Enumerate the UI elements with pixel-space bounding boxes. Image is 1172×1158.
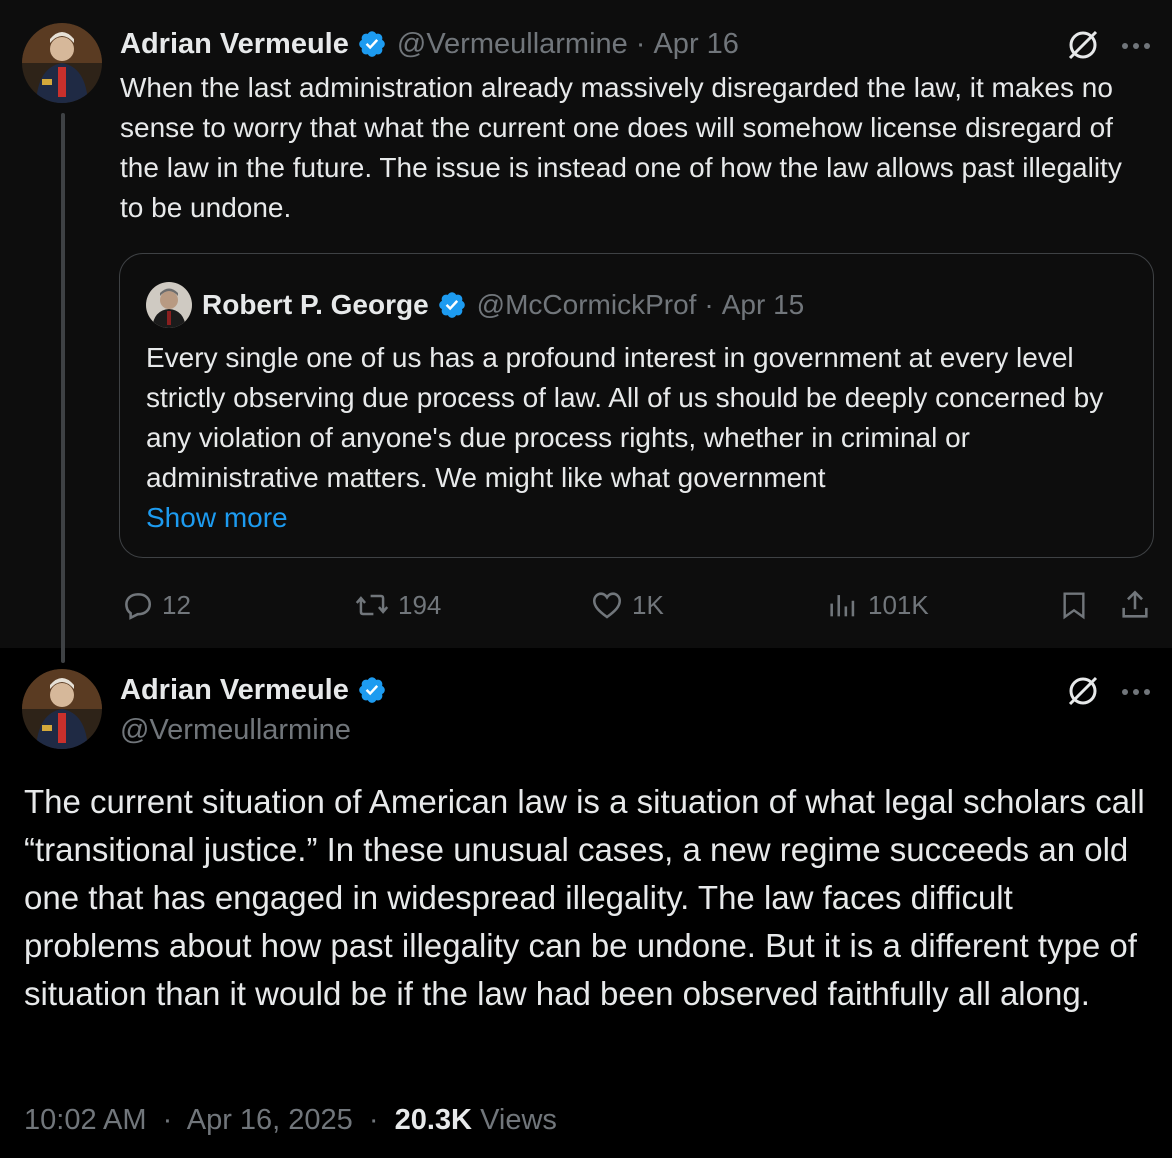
- more-icon[interactable]: [1120, 684, 1152, 702]
- separator-dot: ·: [704, 289, 714, 320]
- views-icon: [830, 595, 855, 617]
- author-name[interactable]: Adrian Vermeule: [120, 27, 349, 61]
- bookmark-icon: [1063, 592, 1085, 620]
- quoted-tweet-card[interactable]: Robert P. George @McCormickProf · Apr 15…: [119, 253, 1154, 558]
- reply-button[interactable]: 12: [120, 587, 191, 623]
- grok-icon[interactable]: [1066, 28, 1100, 67]
- author-handle-row: @Vermeullarmine: [120, 713, 351, 747]
- author-handle[interactable]: @Vermeullarmine: [397, 27, 628, 61]
- separator-dot: ·: [635, 28, 646, 60]
- quote-avatar[interactable]: [146, 282, 192, 328]
- verified-badge-icon: [357, 29, 387, 59]
- like-button[interactable]: 1K: [590, 587, 664, 623]
- views-count: 101K: [868, 589, 929, 620]
- separator-dot: ·: [368, 1104, 379, 1136]
- tweet-metadata: 10:02 AM · Apr 16, 2025 · 20.3K Views: [24, 1100, 557, 1140]
- views-label: Views: [480, 1104, 557, 1136]
- avatar[interactable]: [22, 23, 102, 103]
- author-row: Adrian Vermeule @Vermeullarmine · Apr 16: [120, 27, 739, 61]
- quote-author-row: Robert P. George @McCormickProf · Apr 15: [202, 288, 804, 322]
- author-name[interactable]: Adrian Vermeule: [120, 673, 349, 707]
- tweet-text: When the last administration already mas…: [120, 72, 1130, 223]
- avatar[interactable]: [22, 669, 102, 749]
- share-button[interactable]: [1118, 587, 1160, 623]
- repost-button[interactable]: 194: [354, 587, 441, 623]
- reply-icon: [125, 593, 152, 620]
- quote-text-block: Every single one of us has a profound in…: [146, 338, 1136, 538]
- views-total: 20.3K: [394, 1104, 472, 1136]
- tweet-full-date[interactable]: Apr 16, 2025: [187, 1104, 353, 1136]
- show-more-link[interactable]: Show more: [146, 498, 1136, 538]
- share-icon: [1122, 590, 1148, 618]
- reply-count: 12: [162, 589, 191, 620]
- verified-badge-icon: [357, 675, 387, 705]
- author-row: Adrian Vermeule: [120, 673, 397, 707]
- main-tweet-text: The current situation of American law is…: [24, 783, 1145, 1012]
- tweet-time[interactable]: 10:02 AM: [24, 1104, 147, 1136]
- repost-count: 194: [398, 589, 442, 620]
- thread-tweet[interactable]: Adrian Vermeule @Vermeullarmine · Apr 16…: [0, 0, 1172, 648]
- separator-dot: ·: [162, 1104, 173, 1136]
- grok-icon[interactable]: [1066, 674, 1100, 713]
- quote-date[interactable]: Apr 15: [722, 288, 805, 322]
- thread-connector-line: [61, 113, 65, 663]
- more-icon[interactable]: [1120, 38, 1152, 56]
- quote-author-handle[interactable]: @McCormickProf: [477, 288, 697, 322]
- like-count: 1K: [632, 589, 664, 620]
- bookmark-button[interactable]: [1058, 587, 1098, 623]
- tweet-date[interactable]: Apr 16: [653, 27, 738, 61]
- verified-badge-icon: [437, 290, 467, 320]
- quote-text: Every single one of us has a profound in…: [146, 342, 1104, 493]
- quote-author-name[interactable]: Robert P. George: [202, 288, 429, 322]
- author-handle[interactable]: @Vermeullarmine: [120, 713, 351, 747]
- views-button[interactable]: 101K: [826, 587, 929, 623]
- like-icon: [592, 592, 622, 619]
- repost-icon: [355, 594, 389, 616]
